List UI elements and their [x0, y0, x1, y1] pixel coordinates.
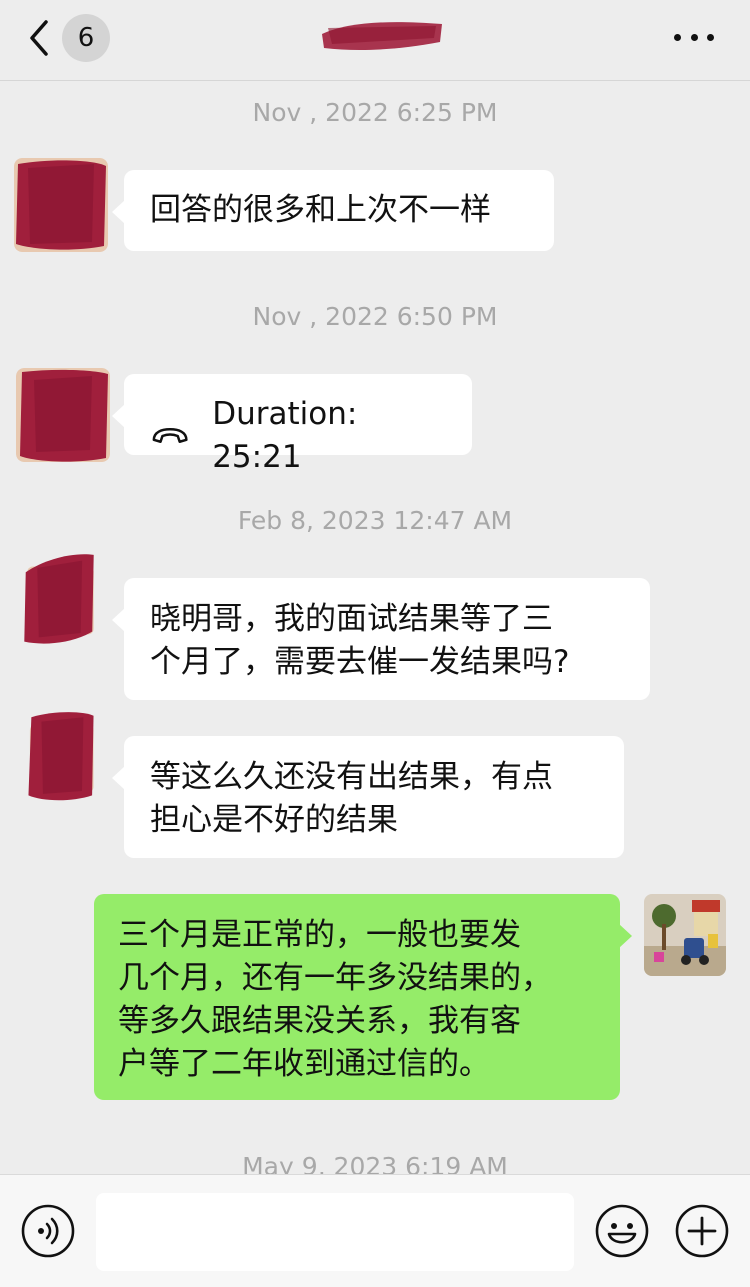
- message-text-line: 几个月，还有一年多没结果的，: [118, 960, 552, 996]
- chevron-left-icon: [30, 20, 48, 56]
- emoji-icon[interactable]: [594, 1203, 650, 1259]
- message-text-line: 等这么久还没有出结果，有点: [150, 759, 553, 795]
- message-text-line: 晓明哥，我的面试结果等了三: [150, 601, 553, 637]
- message-bubble-incoming[interactable]: 回答的很多和上次不一样: [112, 170, 554, 251]
- message-bubble-incoming[interactable]: 等这么久还没有出结果，有点 担心是不好的结果: [112, 736, 624, 858]
- message-text-line: 个月了，需要去催一发结果吗?: [150, 644, 570, 680]
- plus-icon[interactable]: [674, 1203, 730, 1259]
- message-text-line: 户等了二年收到通过信的。: [118, 1046, 490, 1082]
- more-dot: [707, 33, 714, 41]
- message-text: 回答的很多和上次不一样: [150, 192, 491, 228]
- call-record-bubble[interactable]: Duration: 25:21: [112, 374, 472, 475]
- chat-header: 6: [0, 0, 750, 81]
- message-bubble-outgoing[interactable]: 三个月是正常的，一般也要发 几个月，还有一年多没结果的， 等多久跟结果没关系，我…: [94, 894, 632, 1100]
- avatar-redacted: [28, 712, 94, 801]
- unread-count-badge: 6: [62, 14, 110, 62]
- avatar-redacted: [14, 158, 108, 252]
- more-dot: [674, 33, 681, 41]
- back-button[interactable]: 6: [22, 12, 122, 64]
- avatar-redacted: [16, 368, 110, 462]
- message-bubble-incoming[interactable]: 晓明哥，我的面试结果等了三 个月了，需要去催一发结果吗?: [112, 578, 650, 700]
- timestamp: Feb 8, 2023 12:47 AM: [237, 506, 513, 535]
- message-text-line: 担心是不好的结果: [150, 802, 398, 838]
- timestamp: Nov , 2022 6:50 PM: [252, 302, 498, 331]
- phone-hangup-icon: [152, 428, 188, 443]
- timestamp: Nov , 2022 6:25 PM: [252, 98, 498, 127]
- voice-icon[interactable]: [20, 1203, 76, 1259]
- more-dot: [690, 33, 698, 41]
- input-bar: [0, 1174, 750, 1287]
- message-text-line: 等多久跟结果没关系，我有客: [118, 1003, 521, 1039]
- self-avatar[interactable]: [644, 894, 726, 976]
- message-text-line: 三个月是正常的，一般也要发: [118, 917, 521, 953]
- avatar-redacted: [24, 554, 94, 644]
- more-options-button[interactable]: [674, 22, 714, 52]
- call-duration: Duration: 25:21: [212, 396, 358, 475]
- message-input[interactable]: [96, 1193, 574, 1271]
- chat-title-redacted: [322, 22, 442, 50]
